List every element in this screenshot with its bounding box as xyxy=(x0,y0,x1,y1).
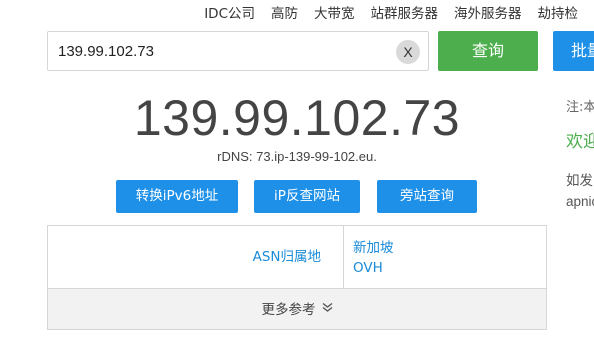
ip-info-table: ASN归属地 新加坡 OVH 更多参考 xyxy=(47,225,547,330)
sibling-site-query-button[interactable]: 旁站查询 xyxy=(377,180,477,213)
asn-provider-link[interactable]: OVH xyxy=(353,258,394,278)
clear-icon[interactable]: X xyxy=(396,40,420,64)
rdns-text: rDNS: 73.ip-139-99-102.eu. xyxy=(217,149,377,164)
sidebar-welcome: 欢迎 xyxy=(566,132,594,152)
ip-search-input[interactable] xyxy=(58,32,388,70)
nav-link-overseas-servers[interactable]: 海外服务器 xyxy=(454,2,522,22)
sidebar-note: 注:本 xyxy=(566,100,594,115)
batch-query-button[interactable]: 批量 xyxy=(553,31,594,71)
query-button[interactable]: 查询 xyxy=(438,31,538,71)
reverse-ip-lookup-button[interactable]: iP反查网站 xyxy=(254,180,360,213)
nav-link-hijack-check[interactable]: 劫持检 xyxy=(538,2,579,22)
ip-lookup-page: IDC公司 高防 大带宽 站群服务器 海外服务器 劫持检 X 查询 批量 139… xyxy=(0,0,594,341)
asn-label: ASN归属地 xyxy=(48,226,344,288)
more-references-toggle[interactable]: 更多参考 xyxy=(48,288,546,329)
more-references-label: 更多参考 xyxy=(261,302,316,318)
ip-address-title: 139.99.102.73 xyxy=(133,90,461,146)
convert-ipv6-button[interactable]: 转换iPv6地址 xyxy=(116,180,238,213)
sidebar-text: 如发 xyxy=(566,173,593,189)
nav-link-idc[interactable]: IDC公司 xyxy=(204,2,255,22)
nav-link-bandwidth[interactable]: 大带宽 xyxy=(314,2,355,22)
sidebar-apnic-text: apnic xyxy=(566,194,594,209)
top-navigation: IDC公司 高防 大带宽 站群服务器 海外服务器 劫持检 xyxy=(204,0,594,24)
asn-values: 新加坡 OVH xyxy=(353,238,394,278)
nav-link-cluster-servers[interactable]: 站群服务器 xyxy=(371,2,439,22)
asn-row: ASN归属地 新加坡 OVH xyxy=(48,226,546,288)
asn-country-link[interactable]: 新加坡 xyxy=(353,238,394,258)
double-chevron-down-icon xyxy=(322,289,333,330)
search-box: X xyxy=(47,31,429,71)
nav-link-ddos[interactable]: 高防 xyxy=(271,2,298,22)
